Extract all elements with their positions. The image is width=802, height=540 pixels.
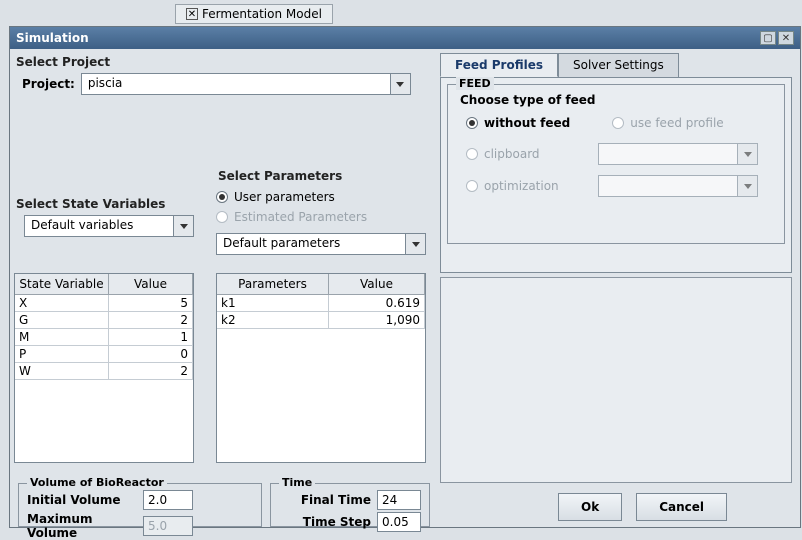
choose-feed-label: Choose type of feed [460, 93, 776, 107]
sv-header-value: Value [109, 274, 193, 294]
radio-estimated-parameters: Estimated Parameters [216, 210, 367, 224]
background-tab-label: Fermentation Model [202, 7, 322, 21]
maximum-volume-input [143, 516, 193, 536]
close-tab-icon[interactable]: ✕ [186, 8, 198, 20]
params-combo-value: Default parameters [217, 234, 405, 254]
table-row[interactable]: k10.619 [217, 295, 425, 312]
optimization-combo [598, 175, 758, 197]
chevron-down-icon [737, 144, 757, 164]
time-step-label: Time Step [303, 515, 371, 529]
maximum-volume-label: Maximum Volume [27, 512, 137, 540]
select-params-title: Select Parameters [218, 169, 436, 183]
titlebar: Simulation ▢ ✕ [10, 27, 800, 49]
table-row[interactable]: W2 [15, 363, 193, 380]
clipboard-combo [598, 143, 758, 165]
project-label: Project: [22, 77, 75, 91]
params-table: Parameters Value k10.619k21,090 [216, 273, 426, 463]
dialog-title: Simulation [16, 31, 89, 45]
tab-solver-settings[interactable]: Solver Settings [558, 53, 679, 77]
params-combo[interactable]: Default parameters [216, 233, 426, 255]
radio-optimization: optimization [466, 179, 570, 193]
select-state-vars-title: Select State Variables [16, 197, 214, 211]
time-fieldset: Time Final Time Time Step [270, 483, 430, 527]
feed-preview-panel [440, 277, 792, 483]
initial-volume-label: Initial Volume [27, 493, 137, 507]
table-row[interactable]: X5 [15, 295, 193, 312]
time-legend: Time [279, 476, 315, 489]
table-row[interactable]: M1 [15, 329, 193, 346]
feed-tab-panel: FEED Choose type of feed without feed us… [440, 77, 792, 273]
radio-use-feed-profile: use feed profile [612, 116, 723, 130]
chevron-down-icon[interactable] [405, 234, 425, 254]
state-vars-combo-value: Default variables [25, 216, 173, 236]
project-value: piscia [82, 74, 390, 94]
select-project-title: Select Project [16, 55, 434, 69]
initial-volume-input[interactable] [143, 490, 193, 510]
background-tab[interactable]: ✕ Fermentation Model [175, 4, 333, 24]
chevron-down-icon[interactable] [390, 74, 410, 94]
simulation-dialog: Simulation ▢ ✕ Select Project Project: p… [9, 26, 801, 528]
table-row[interactable]: k21,090 [217, 312, 425, 329]
radio-without-feed[interactable]: without feed [466, 116, 570, 130]
volume-fieldset: Volume of BioReactor Initial Volume Maxi… [18, 483, 262, 527]
feed-legend: FEED [456, 77, 494, 90]
radio-user-parameters[interactable]: User parameters [216, 190, 335, 204]
state-var-table: State Variable Value X5G2M1P0W2 [14, 273, 194, 463]
chevron-down-icon[interactable] [173, 216, 193, 236]
pa-header-param: Parameters [217, 274, 329, 294]
cancel-button[interactable]: Cancel [636, 493, 727, 521]
tab-feed-profiles[interactable]: Feed Profiles [440, 53, 558, 77]
time-step-input[interactable] [377, 512, 421, 532]
project-combo[interactable]: piscia [81, 73, 411, 95]
pa-header-value: Value [329, 274, 425, 294]
final-time-label: Final Time [301, 493, 371, 507]
feed-fieldset: FEED Choose type of feed without feed us… [447, 84, 785, 244]
radio-clipboard: clipboard [466, 147, 570, 161]
final-time-input[interactable] [377, 490, 421, 510]
volume-legend: Volume of BioReactor [27, 476, 167, 489]
ok-button[interactable]: Ok [558, 493, 622, 521]
table-row[interactable]: G2 [15, 312, 193, 329]
chevron-down-icon [737, 176, 757, 196]
state-vars-combo[interactable]: Default variables [24, 215, 194, 237]
table-row[interactable]: P0 [15, 346, 193, 363]
maximize-icon[interactable]: ▢ [760, 31, 776, 45]
sv-header-variable: State Variable [15, 274, 109, 294]
close-icon[interactable]: ✕ [778, 31, 794, 45]
